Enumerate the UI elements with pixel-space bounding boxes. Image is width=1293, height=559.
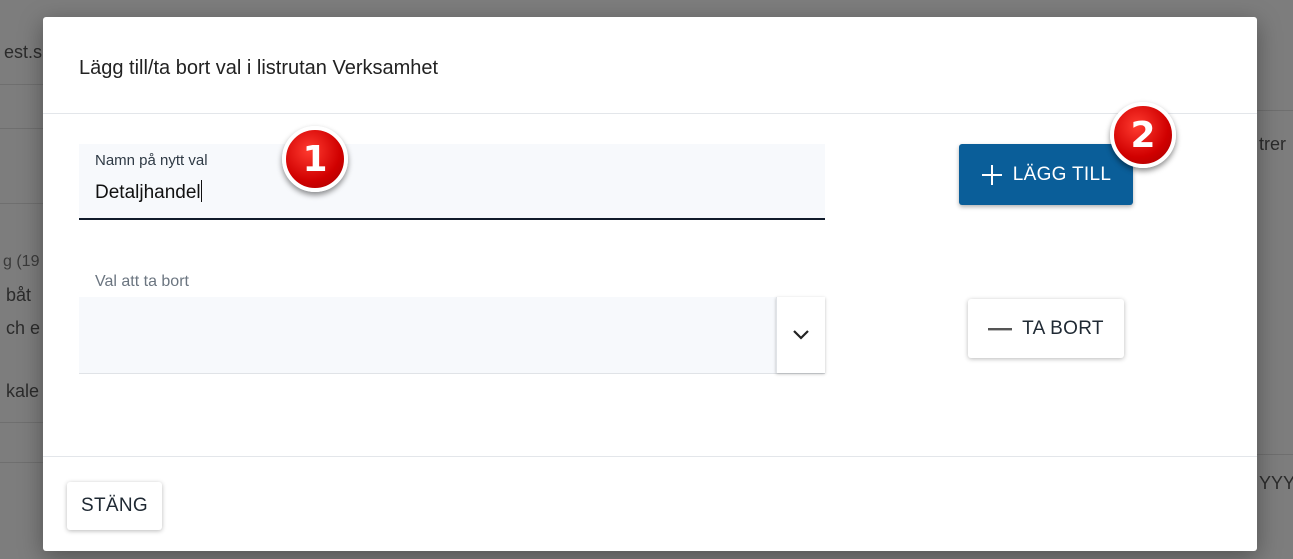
background-divider (0, 203, 43, 204)
background-divider (1257, 454, 1293, 455)
background-divider (0, 462, 43, 463)
chevron-down-icon (793, 330, 809, 340)
background-text: est.s (4, 42, 43, 62)
new-option-input[interactable]: Detaljhandel (95, 180, 202, 204)
new-option-field[interactable]: Namn på nytt val Detaljhandel (79, 144, 825, 220)
background-divider (0, 128, 43, 129)
close-button-label: STÄNG (81, 495, 148, 516)
remove-option-button[interactable]: TA BORT (968, 299, 1124, 358)
annotation-marker-2: 2 (1110, 102, 1176, 168)
new-option-value: Detaljhandel (95, 182, 201, 203)
footer-divider (43, 456, 1257, 457)
select-toggle-button[interactable] (776, 297, 825, 373)
add-button-label: LÄGG TILL (1012, 163, 1112, 185)
annotation-number: 1 (302, 138, 328, 180)
text-caret (200, 180, 202, 202)
background-text: trer (1259, 134, 1286, 154)
background-text: kale (6, 381, 40, 401)
background-divider (0, 422, 43, 423)
background-text: båt (6, 285, 32, 305)
background-divider (0, 84, 43, 85)
manage-options-dialog: Lägg till/ta bort val i listrutan Verksa… (43, 17, 1257, 551)
plus-icon (981, 164, 1002, 185)
remove-button-label: TA BORT (1022, 317, 1104, 339)
background-text: YYYY (1259, 473, 1293, 493)
remove-select-label: Val att ta bort (95, 273, 189, 290)
new-option-label: Namn på nytt val (95, 152, 208, 169)
background-text: ch e (6, 318, 41, 338)
annotation-marker-1: 1 (282, 126, 348, 192)
background-divider (1257, 110, 1293, 111)
background-text: g (19 (3, 253, 40, 270)
remove-option-select[interactable] (79, 297, 825, 374)
close-button[interactable]: STÄNG (67, 482, 162, 530)
header-divider (43, 113, 1257, 114)
dialog-title: Lägg till/ta bort val i listrutan Verksa… (79, 57, 439, 79)
add-option-button[interactable]: LÄGG TILL (959, 144, 1133, 205)
minus-icon (988, 327, 1013, 330)
annotation-number: 2 (1130, 114, 1156, 156)
